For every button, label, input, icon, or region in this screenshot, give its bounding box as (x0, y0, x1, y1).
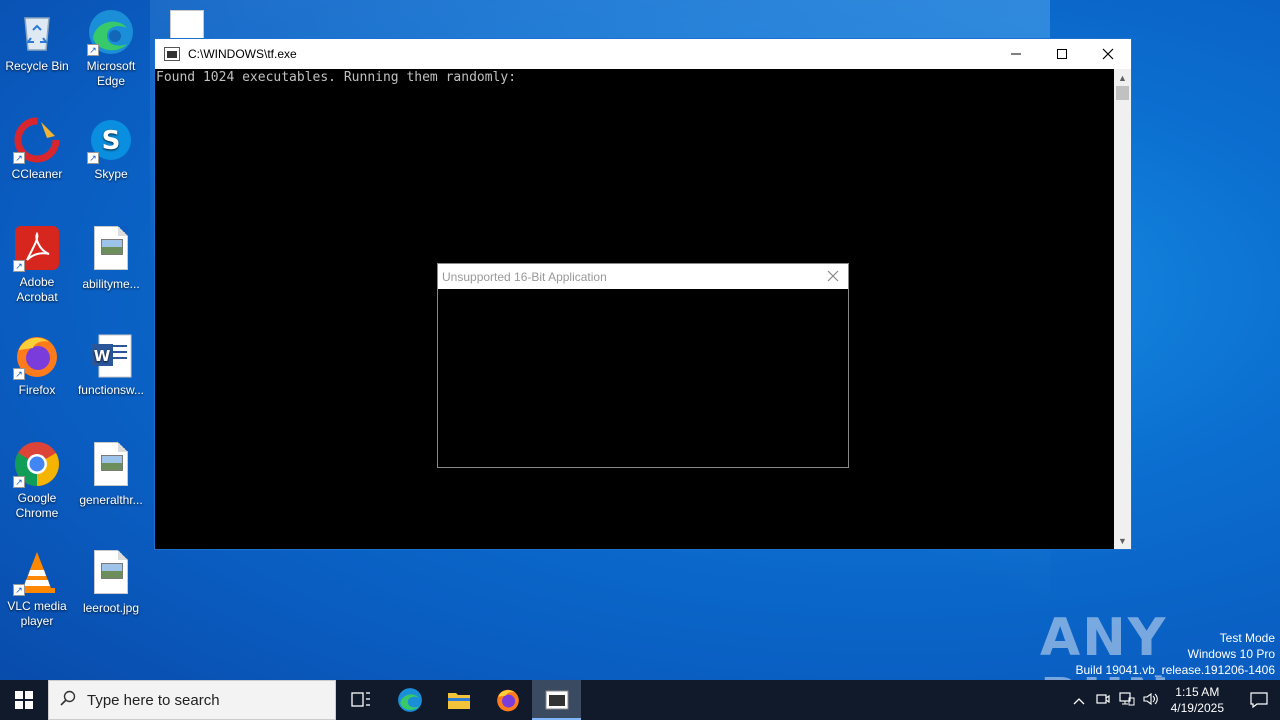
shortcut-arrow-icon: ↗ (13, 260, 25, 272)
desktop-icon-label: Microsoft Edge (86, 59, 136, 88)
maximize-icon (1057, 49, 1067, 59)
desktop-icon-label: CCleaner (11, 167, 63, 181)
skype-icon: S ↗ (87, 116, 135, 164)
search-placeholder: Type here to search (87, 691, 220, 709)
close-icon (827, 270, 839, 282)
dialog-titlebar[interactable]: Unsupported 16-Bit Application (438, 264, 848, 289)
meet-now-icon[interactable] (1091, 692, 1115, 709)
watermark-line-2: Windows 10 Pro (1187, 647, 1275, 661)
svg-text:S: S (102, 126, 121, 156)
desktop-icon-microsoft-edge[interactable]: ↗ Microsoft Edge (74, 8, 148, 89)
folder-icon (447, 693, 470, 709)
watermark-line-1: Test Mode (1219, 631, 1275, 645)
desktop-icon-ccleaner[interactable]: ↗ CCleaner (0, 116, 74, 182)
image-file-icon (87, 550, 135, 598)
console-scrollbar[interactable]: ▲ ▼ (1114, 69, 1131, 549)
desktop-icon-label: Recycle Bin (5, 59, 69, 73)
taskbar-firefox-button[interactable] (483, 680, 532, 720)
desktop-icon-label: functionsw... (77, 383, 145, 397)
firefox-icon: ↗ (13, 332, 61, 380)
shortcut-arrow-icon: ↗ (87, 152, 99, 164)
maximize-button[interactable] (1039, 39, 1085, 69)
firefox-icon (496, 689, 519, 712)
desktop-icon-recycle-bin[interactable]: Recycle Bin (0, 8, 74, 74)
clock-time: 1:15 AM (1175, 685, 1220, 699)
console-app-icon (545, 690, 568, 710)
desktop-icon-leeroot[interactable]: leeroot.jpg (74, 548, 148, 616)
desktop-icon-label: Google Chrome (15, 491, 59, 520)
desktop-icon-google-chrome[interactable]: ↗ Google Chrome (0, 440, 74, 521)
image-file-icon (87, 442, 135, 490)
taskbar-search-box[interactable]: Type here to search (48, 680, 336, 720)
shortcut-arrow-icon: ↗ (87, 44, 99, 56)
close-button[interactable] (1085, 39, 1131, 69)
desktop-icon-adobe-acrobat[interactable]: ↗ Adobe Acrobat (0, 224, 74, 305)
hidden-desktop-file-icon (170, 10, 204, 40)
taskbar-file-explorer-button[interactable] (434, 680, 483, 720)
edge-icon: ↗ (87, 8, 135, 56)
console-title: C:\WINDOWS\tf.exe (188, 47, 297, 61)
task-view-icon (350, 692, 370, 707)
recycle-bin-icon (13, 8, 61, 56)
desktop-icon-abilityme[interactable]: abilityme... (74, 224, 148, 292)
desktop-icon-skype[interactable]: S ↗ Skype (74, 116, 148, 182)
close-icon (1102, 48, 1114, 60)
system-tray: 1:15 AM 4/19/2025 (1067, 680, 1280, 720)
console-app-icon (164, 47, 180, 61)
shortcut-arrow-icon: ↗ (13, 584, 25, 596)
minimize-icon (1011, 53, 1021, 55)
windows-logo-icon (15, 691, 33, 709)
svg-text:W: W (94, 347, 111, 365)
notification-icon (1250, 692, 1268, 708)
word-doc-icon: W (87, 332, 135, 380)
scrollbar-thumb[interactable] (1116, 86, 1129, 100)
desktop-icon-firefox[interactable]: ↗ Firefox (0, 332, 74, 398)
desktop-icon-label: leeroot.jpg (82, 601, 140, 615)
acrobat-icon: ↗ (13, 224, 61, 272)
volume-icon[interactable] (1139, 692, 1163, 709)
ccleaner-icon: ↗ (13, 116, 61, 164)
taskbar-edge-button[interactable] (385, 680, 434, 720)
task-view-button[interactable] (336, 680, 385, 720)
desktop-icon-label: Skype (94, 167, 128, 181)
shortcut-arrow-icon: ↗ (13, 368, 25, 380)
desktop-icon-label: VLC media player (7, 599, 67, 628)
desktop-icon-generalthr[interactable]: generalthr... (74, 440, 148, 508)
network-icon[interactable] (1115, 691, 1139, 709)
console-titlebar[interactable]: C:\WINDOWS\tf.exe (155, 39, 1131, 69)
desktop-icon-label: generalthr... (79, 493, 143, 507)
unsupported-16bit-dialog[interactable]: Unsupported 16-Bit Application (437, 263, 849, 468)
desktop-icon-functionsw[interactable]: W functionsw... (74, 332, 148, 398)
test-mode-watermark: Test Mode Windows 10 Pro Build 19041.vb_… (1076, 630, 1276, 678)
scroll-up-icon[interactable]: ▲ (1114, 69, 1131, 86)
clock-date: 4/19/2025 (1170, 701, 1224, 715)
start-button[interactable] (0, 680, 48, 720)
desktop-icon-vlc[interactable]: ↗ VLC media player (0, 548, 74, 629)
image-file-icon (87, 226, 135, 274)
taskbar: Type here to search 1:15 AM 4/19/2025 (0, 680, 1280, 720)
dialog-title: Unsupported 16-Bit Application (442, 269, 607, 284)
notifications-button[interactable] (1238, 680, 1280, 720)
shortcut-arrow-icon: ↗ (13, 152, 25, 164)
edge-icon (397, 688, 422, 712)
minimize-button[interactable] (993, 39, 1039, 69)
taskbar-console-button[interactable] (532, 680, 581, 720)
chrome-icon: ↗ (13, 440, 61, 488)
desktop-icon-label: Firefox (18, 383, 56, 397)
desktop-icon-label: Adobe Acrobat (16, 275, 58, 304)
watermark-line-3: Build 19041.vb_release.191206-1406 (1075, 663, 1276, 677)
search-icon (49, 690, 87, 711)
scroll-down-icon[interactable]: ▼ (1114, 532, 1131, 549)
dialog-close-button[interactable] (824, 267, 842, 285)
chevron-up-icon[interactable] (1067, 693, 1091, 708)
taskbar-clock[interactable]: 1:15 AM 4/19/2025 (1171, 684, 1224, 716)
desktop-icon-label: abilityme... (82, 277, 140, 291)
vlc-icon: ↗ (13, 548, 61, 596)
shortcut-arrow-icon: ↗ (13, 476, 25, 488)
